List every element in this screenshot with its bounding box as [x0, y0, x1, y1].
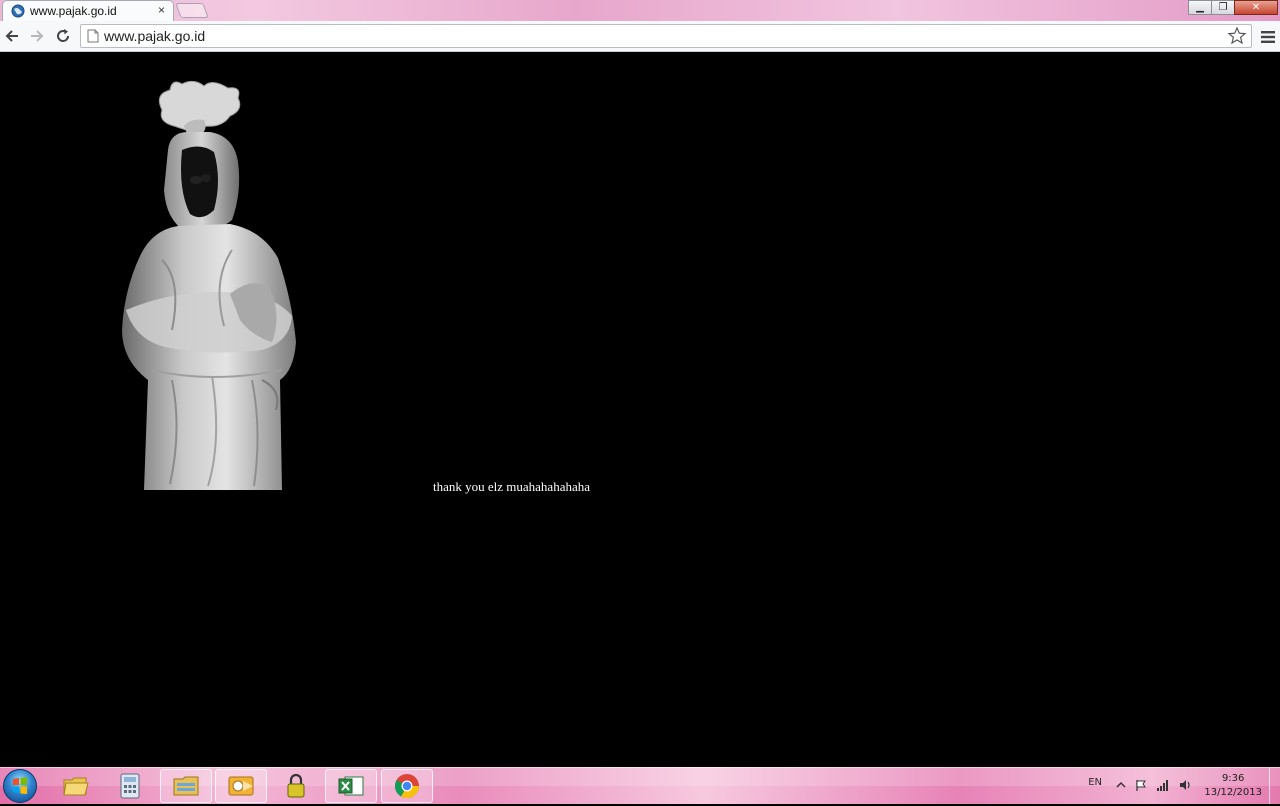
folder-icon	[63, 777, 89, 796]
tab-title: www.pajak.go.id	[30, 4, 117, 18]
action-center-flag-icon[interactable]	[1134, 778, 1148, 792]
window-controls: ▁ ❐ ✕	[1188, 0, 1278, 15]
reload-icon	[57, 29, 70, 42]
show-hidden-icons-icon[interactable]	[1114, 778, 1128, 792]
forward-button[interactable]	[27, 26, 47, 46]
file-cabinet-icon[interactable]	[160, 769, 212, 803]
star-icon[interactable]	[1227, 26, 1247, 46]
page-icon	[87, 29, 99, 43]
chrome-logo-icon	[394, 774, 419, 799]
system-clock[interactable]: 9:36 13/12/2013	[1204, 772, 1262, 800]
clock-date: 13/12/2013	[1204, 787, 1262, 798]
calculator-glyph-icon	[120, 773, 140, 799]
windows-taskbar: EN 9:36 13/12/2013	[0, 767, 1280, 804]
address-url[interactable]: www.pajak.go.id	[104, 28, 205, 44]
outlook-envelope-icon	[228, 776, 254, 796]
globe-icon	[11, 4, 25, 18]
excel-icon[interactable]	[325, 769, 377, 803]
maximize-button[interactable]: ❐	[1211, 0, 1235, 15]
windows-start-icon[interactable]	[3, 769, 37, 803]
tab-active[interactable]: www.pajak.go.id ×	[2, 0, 174, 21]
padlock-icon	[287, 773, 305, 798]
tab-close-icon[interactable]: ×	[158, 3, 165, 17]
page-message: thank you elz muahahahahaha	[433, 479, 591, 494]
lock-folder-icon[interactable]	[270, 769, 322, 803]
close-button[interactable]: ✕	[1234, 0, 1278, 15]
reload-button[interactable]	[53, 26, 73, 46]
ghost-figure-image	[122, 80, 296, 490]
windows-logo-icon	[13, 777, 27, 794]
calculator-icon[interactable]	[104, 769, 156, 803]
address-bar[interactable]: www.pajak.go.id	[80, 24, 1252, 48]
explorer-folder-icon[interactable]	[50, 769, 102, 803]
outlook-icon[interactable]	[215, 769, 267, 803]
minimize-button[interactable]: ▁	[1188, 0, 1212, 15]
excel-glyph-icon	[338, 776, 364, 796]
browser-toolbar: www.pajak.go.id	[0, 21, 1280, 52]
browser-title-bar: www.pajak.go.id × ▁ ❐ ✕	[0, 0, 1280, 21]
folder-stack-icon	[173, 776, 199, 796]
new-tab-button[interactable]	[175, 3, 209, 18]
back-button[interactable]	[2, 26, 22, 46]
clock-time: 9:36	[1221, 773, 1245, 784]
chrome-icon[interactable]	[381, 769, 433, 803]
network-signal-icon[interactable]	[1156, 778, 1170, 792]
language-indicator[interactable]: EN	[1088, 777, 1102, 788]
forward-arrow-icon	[31, 30, 44, 42]
back-arrow-icon	[5, 30, 18, 42]
volume-icon[interactable]	[1178, 778, 1192, 792]
menu-icon[interactable]	[1258, 28, 1278, 46]
page-content: thank you elz muahahahahaha	[0, 52, 1280, 767]
show-desktop-button[interactable]	[1269, 768, 1280, 804]
